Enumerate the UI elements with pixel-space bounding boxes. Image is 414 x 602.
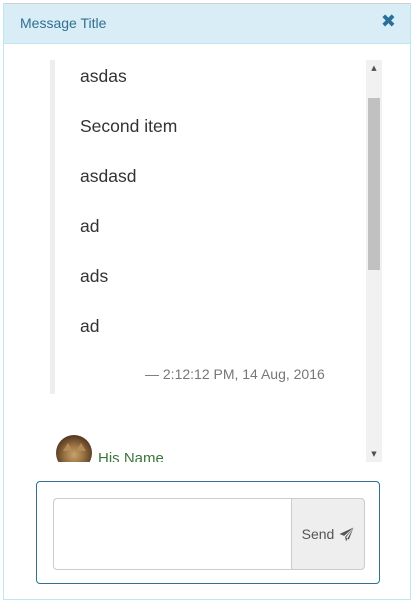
paper-plane-icon xyxy=(339,526,354,542)
message-line: asdasd xyxy=(80,166,137,186)
panel-title: Message Title xyxy=(20,15,107,31)
message-input[interactable] xyxy=(53,498,291,570)
message-line: Second item xyxy=(80,116,178,136)
scroll-down-arrow-icon[interactable]: ▼ xyxy=(366,446,382,462)
scroll-up-arrow-icon[interactable]: ▲ xyxy=(366,60,382,76)
send-button[interactable]: Send xyxy=(291,498,365,570)
message-line: ads xyxy=(80,266,109,286)
panel-header: Message Title ✖ xyxy=(4,4,410,44)
avatar xyxy=(56,435,92,462)
compose-box: Send xyxy=(36,481,380,584)
message-scroll-area[interactable]: asdas Second item asdasd ad ads ad — 2:1… xyxy=(50,60,382,462)
message-timestamp: — 2:12:12 PM, 14 Aug, 2016 xyxy=(145,366,325,382)
cat-ear-icon xyxy=(76,443,86,451)
message-blockquote: asdas Second item asdasd ad ads ad — 2:1… xyxy=(50,60,346,394)
message-line: ad xyxy=(80,316,100,336)
message-line: ad xyxy=(80,216,100,236)
close-icon[interactable]: ✖ xyxy=(381,11,396,32)
vertical-scrollbar[interactable]: ▲ ▼ xyxy=(366,60,382,462)
cat-ear-icon xyxy=(63,443,73,451)
message-line: asdas xyxy=(80,66,127,86)
sender-name[interactable]: His Name xyxy=(98,450,164,462)
chat-panel: Message Title ✖ asdas Second item asdasd… xyxy=(3,3,411,600)
scrollbar-thumb[interactable] xyxy=(368,98,380,270)
send-button-label: Send xyxy=(301,526,335,542)
